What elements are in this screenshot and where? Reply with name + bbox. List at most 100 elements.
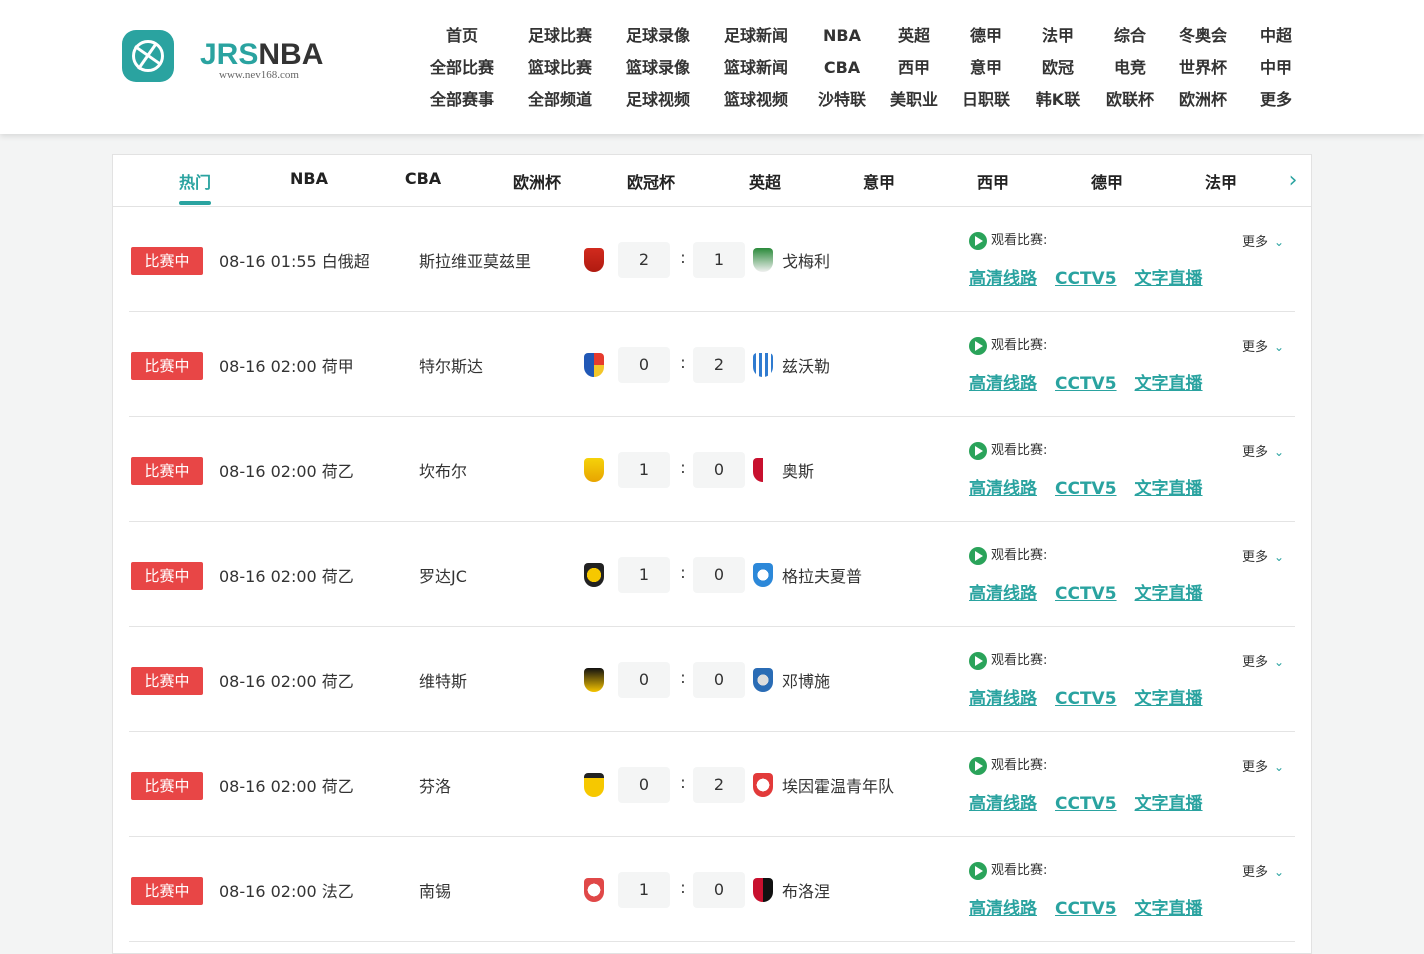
tab-6[interactable]: 意甲 [829, 169, 929, 205]
nav-link[interactable]: 足球比赛 [518, 20, 602, 52]
stream-links: 高清线路 CCTV5 文字直播 [969, 369, 1221, 394]
nav-link[interactable]: 首页 [420, 20, 504, 52]
live-status-badge: 比赛中 [131, 352, 203, 380]
home-team[interactable]: 斯拉维亚莫兹里 [419, 248, 531, 272]
stream-link[interactable]: 文字直播 [1135, 374, 1203, 394]
match-row[interactable]: 比赛中 08-16 02:00 荷甲 特尔斯达 0:2 兹沃勒 观看比赛: 高清线路 CCTV… [129, 312, 1295, 417]
stream-link[interactable]: CCTV5 [1055, 899, 1117, 919]
stream-link[interactable]: 文字直播 [1135, 269, 1203, 289]
match-row[interactable]: 比赛中 08-16 02:00 法乙 南锡 1:0 布洛涅 观看比赛: 高清线路 CCTV5 文… [129, 837, 1295, 942]
stream-link[interactable]: 高清线路 [969, 479, 1037, 499]
nav-link[interactable]: 电竞 [1088, 52, 1172, 84]
stream-link[interactable]: 文字直播 [1135, 479, 1203, 499]
stream-link[interactable]: CCTV5 [1055, 479, 1117, 499]
more-button[interactable]: 更多 ⌄ [1242, 546, 1284, 565]
match-time: 08-16 02:00 荷乙 [219, 672, 354, 691]
away-score: 2 [693, 767, 745, 803]
stream-link[interactable]: CCTV5 [1055, 269, 1117, 289]
nav-link[interactable]: 更多 [1234, 84, 1318, 116]
stream-link[interactable]: 文字直播 [1135, 689, 1203, 709]
nav-link[interactable]: 篮球比赛 [518, 52, 602, 84]
live-status-badge: 比赛中 [131, 877, 203, 905]
tab-4[interactable]: 欧冠杯 [601, 169, 701, 205]
stream-link[interactable]: CCTV5 [1055, 689, 1117, 709]
stream-link[interactable]: 高清线路 [969, 269, 1037, 289]
away-team-crest-icon [753, 248, 773, 272]
home-team[interactable]: 坎布尔 [419, 458, 467, 482]
watch-label: 观看比赛: [969, 859, 1047, 880]
stream-link[interactable]: 文字直播 [1135, 794, 1203, 814]
match-time: 08-16 02:00 荷甲 [219, 357, 354, 376]
tab-3[interactable]: 欧洲杯 [487, 169, 587, 205]
away-team-crest-icon [753, 563, 773, 587]
home-team[interactable]: 罗达JC [419, 563, 467, 587]
more-button[interactable]: 更多 ⌄ [1242, 441, 1284, 460]
nav-link[interactable]: 世界杯 [1161, 52, 1245, 84]
home-team[interactable]: 芬洛 [419, 773, 451, 797]
tab-9[interactable]: 法甲 [1171, 169, 1271, 205]
home-team[interactable]: 南锡 [419, 878, 451, 902]
nav-link[interactable]: 全部频道 [518, 84, 602, 116]
tab-8[interactable]: 德甲 [1057, 169, 1157, 205]
stream-link[interactable]: 高清线路 [969, 584, 1037, 604]
nav-link[interactable]: 篮球视频 [714, 84, 798, 116]
match-row[interactable]: 比赛中 08-16 02:00 荷乙 维特斯 0:0 邓博施 观看比赛: 高清线路 CCTV5… [129, 627, 1295, 732]
watch-label: 观看比赛: [969, 544, 1047, 565]
nav-link[interactable]: 篮球录像 [616, 52, 700, 84]
match-row[interactable]: 比赛中 08-16 02:00 荷乙 罗达JC 1:0 格拉夫夏普 观看比赛: 高清线路 CC… [129, 522, 1295, 627]
nav-link[interactable]: 足球新闻 [714, 20, 798, 52]
away-team[interactable]: 布洛涅 [782, 878, 830, 902]
stream-link[interactable]: CCTV5 [1055, 794, 1117, 814]
stream-link[interactable]: 高清线路 [969, 899, 1037, 919]
stream-link[interactable]: 高清线路 [969, 794, 1037, 814]
tab-0[interactable]: 热门 [145, 169, 245, 205]
nav-column: 首页 全部比赛 全部赛事 [420, 20, 504, 116]
stream-link[interactable]: 文字直播 [1135, 584, 1203, 604]
home-score: 1 [618, 452, 670, 488]
tab-1[interactable]: NBA [259, 169, 359, 205]
away-team[interactable]: 兹沃勒 [782, 353, 830, 377]
nav-link[interactable]: 足球录像 [616, 20, 700, 52]
stream-link[interactable]: 文字直播 [1135, 899, 1203, 919]
away-team[interactable]: 奥斯 [782, 458, 814, 482]
more-button[interactable]: 更多 ⌄ [1242, 861, 1284, 880]
home-score: 2 [618, 242, 670, 278]
nav-link[interactable]: 欧洲杯 [1161, 84, 1245, 116]
match-row[interactable]: 比赛中 08-16 01:55 白俄超 斯拉维亚莫兹里 2:1 戈梅利 观看比赛: 高清线路… [129, 207, 1295, 312]
stream-link[interactable]: CCTV5 [1055, 374, 1117, 394]
match-row[interactable]: 比赛中 08-16 02:00 荷乙 坎布尔 1:0 奥斯 观看比赛: 高清线路 CCTV5 文… [129, 417, 1295, 522]
chevron-right-icon[interactable]: › [1283, 169, 1303, 195]
nav-link[interactable]: 综合 [1088, 20, 1172, 52]
nav-link[interactable]: 欧联杯 [1088, 84, 1172, 116]
more-button[interactable]: 更多 ⌄ [1242, 336, 1284, 355]
nav-link[interactable]: 中甲 [1234, 52, 1318, 84]
away-team[interactable]: 埃因霍温青年队 [782, 773, 894, 797]
home-team-crest-icon [584, 668, 604, 692]
nav-link[interactable]: 中超 [1234, 20, 1318, 52]
home-team[interactable]: 特尔斯达 [419, 353, 483, 377]
site-logo[interactable]: JRSNBA www.nev168.com [122, 30, 337, 86]
stream-links: 高清线路 CCTV5 文字直播 [969, 894, 1221, 919]
more-button[interactable]: 更多 ⌄ [1242, 231, 1284, 250]
play-icon [969, 861, 987, 880]
nav-link[interactable]: 全部赛事 [420, 84, 504, 116]
tab-2[interactable]: CBA [373, 169, 473, 205]
match-panel: 热门 NBA CBA 欧洲杯 欧冠杯 英超 意甲 西甲 德甲 法甲 › 比赛中 08-16 01:55… [112, 154, 1312, 954]
live-status-badge: 比赛中 [131, 667, 203, 695]
more-button[interactable]: 更多 ⌄ [1242, 756, 1284, 775]
match-row[interactable]: 比赛中 08-16 02:00 荷乙 芬洛 0:2 埃因霍温青年队 观看比赛: 高清线路 CC… [129, 732, 1295, 837]
tab-5[interactable]: 英超 [715, 169, 815, 205]
away-team[interactable]: 格拉夫夏普 [782, 563, 862, 587]
nav-link[interactable]: 冬奥会 [1161, 20, 1245, 52]
home-team[interactable]: 维特斯 [419, 668, 467, 692]
stream-link[interactable]: 高清线路 [969, 374, 1037, 394]
tab-7[interactable]: 西甲 [943, 169, 1043, 205]
nav-link[interactable]: 篮球新闻 [714, 52, 798, 84]
stream-link[interactable]: CCTV5 [1055, 584, 1117, 604]
more-button[interactable]: 更多 ⌄ [1242, 651, 1284, 670]
away-team[interactable]: 邓博施 [782, 668, 830, 692]
nav-link[interactable]: 足球视频 [616, 84, 700, 116]
stream-link[interactable]: 高清线路 [969, 689, 1037, 709]
nav-link[interactable]: 全部比赛 [420, 52, 504, 84]
away-team[interactable]: 戈梅利 [782, 248, 830, 272]
